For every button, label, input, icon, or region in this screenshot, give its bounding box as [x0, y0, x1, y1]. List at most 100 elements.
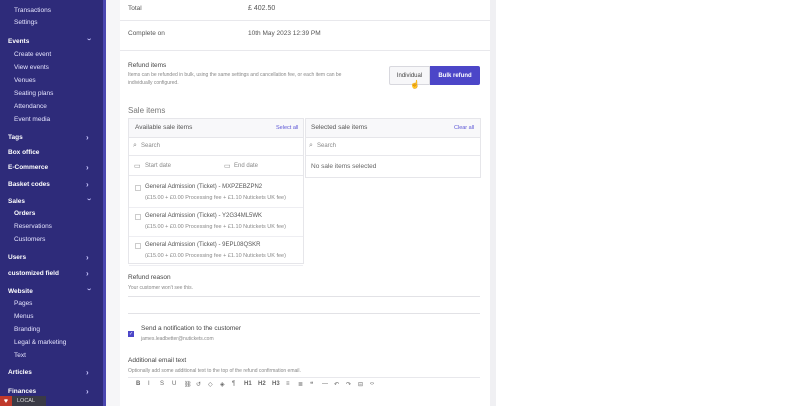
sidebar-item-label: View events	[14, 64, 49, 71]
sidebar-item-articles[interactable]: Articles ›	[0, 367, 103, 378]
sale-item-checkbox[interactable]	[135, 243, 141, 249]
refund-items-description: Items can be refunded in bulk, using the…	[128, 72, 342, 78]
sidebar-item-create-event[interactable]: Create event	[0, 49, 103, 60]
end-date-input[interactable]: End date	[234, 163, 258, 169]
sidebar-item-label: Reservations	[14, 223, 52, 230]
divider	[128, 377, 480, 378]
sidebar-item-label: E-Commerce	[8, 164, 49, 171]
sidebar-item-view-events[interactable]: View events	[0, 62, 103, 73]
sale-item-name: General Admission (Ticket) - MXPZEBZPN2	[145, 184, 263, 190]
start-date-input[interactable]: Start date	[145, 163, 171, 169]
undo-icon[interactable]: ↶	[334, 381, 339, 388]
sidebar-item-e-commerce[interactable]: E-Commerce ›	[0, 162, 103, 173]
sidebar-item-settings[interactable]: Settings	[0, 17, 103, 28]
chevron-down-icon: ›	[85, 198, 94, 201]
search-icon: ⌕	[309, 142, 313, 149]
divider	[120, 20, 490, 21]
sidebar-item-customers[interactable]: Customers	[0, 234, 103, 245]
sidebar-item-label: Website	[8, 288, 33, 295]
sidebar-item-label: Text	[14, 352, 26, 359]
sidebar-item-label: Articles	[8, 369, 32, 376]
sidebar-item-legal-marketing[interactable]: Legal & marketing	[0, 337, 103, 348]
sidebar-item-events[interactable]: Events ›	[0, 36, 103, 47]
code-block-icon[interactable]: ◈	[220, 381, 225, 388]
code-icon[interactable]: ◇	[208, 381, 213, 388]
chevron-right-icon: ›	[86, 368, 89, 377]
sidebar-item-users[interactable]: Users ›	[0, 252, 103, 263]
sale-item-checkbox[interactable]	[135, 214, 141, 220]
italic-icon[interactable]: I	[148, 381, 150, 387]
sale-item-row[interactable]: General Admission (Ticket) - 9EPL08QSKR (…	[129, 238, 303, 266]
mouse-cursor-icon: ☝	[410, 80, 420, 89]
sidebar-item-venues[interactable]: Venues	[0, 75, 103, 86]
search-icon: ⌕	[133, 142, 137, 149]
bulk-refund-button[interactable]: Bulk refund	[430, 66, 480, 85]
sidebar-item-label: Branding	[14, 326, 41, 333]
additional-email-title: Additional email text	[128, 357, 187, 364]
sidebar-item-pages[interactable]: Pages	[0, 298, 103, 309]
clear-all-link[interactable]: Clear all	[454, 125, 474, 131]
underline-icon[interactable]: U	[172, 381, 176, 387]
additional-email-hint: Optionally add some additional text to t…	[128, 368, 301, 374]
sidebar-item-transactions[interactable]: Transactions	[0, 5, 103, 16]
sidebar-item-sales[interactable]: Sales ›	[0, 196, 103, 207]
strikethrough-icon[interactable]: S	[160, 381, 164, 387]
heading-3-icon[interactable]: H3	[272, 381, 280, 387]
sidebar-item-label: Tags	[8, 134, 23, 141]
available-search-input[interactable]: Search	[141, 143, 160, 149]
refund-reason-input[interactable]	[128, 296, 480, 297]
paragraph-icon[interactable]: ¶	[232, 381, 235, 387]
blockquote-icon[interactable]: ❝	[310, 381, 313, 388]
link-icon[interactable]: ⛓	[184, 381, 192, 388]
sale-item-row[interactable]: General Admission (Ticket) - MXPZEBZPN2 (…	[129, 180, 303, 208]
chevron-right-icon: ›	[86, 387, 89, 396]
bullet-list-icon[interactable]: ≡	[286, 381, 290, 387]
sidebar-item-basket-codes[interactable]: Basket codes ›	[0, 179, 103, 190]
sidebar-item-box-office[interactable]: Box office	[0, 147, 103, 158]
sidebar-item-reservations[interactable]: Reservations	[0, 221, 103, 232]
sale-item-checkbox[interactable]	[135, 185, 141, 191]
selected-search-input[interactable]: Search	[317, 143, 336, 149]
divider	[129, 155, 303, 156]
sidebar-item-label: Events	[8, 38, 30, 45]
refund-items-description-cont: individually configured.	[128, 80, 179, 86]
heart-icon: ♥	[0, 396, 12, 406]
sidebar-item-label: Pages	[14, 300, 33, 307]
sidebar-item-branding[interactable]: Branding	[0, 324, 103, 335]
sidebar-item-customized-field[interactable]: customized field ›	[0, 268, 103, 279]
sidebar-item-menus[interactable]: Menus	[0, 311, 103, 322]
heading-2-icon[interactable]: H2	[258, 381, 266, 387]
sale-item-price: (£15.00 + £0.00 Processing fee + £1.10 N…	[145, 224, 286, 230]
embed-icon[interactable]: ‹›	[370, 381, 374, 387]
clear-icon[interactable]: ⊟	[358, 381, 363, 388]
environment-label: LOCAL	[17, 398, 36, 404]
horizontal-rule-icon[interactable]: —	[322, 381, 328, 387]
notify-customer-checkbox[interactable]: ✓	[128, 331, 134, 337]
sidebar-item-website[interactable]: Website ›	[0, 286, 103, 297]
bold-icon[interactable]: B	[136, 381, 140, 387]
sale-item-name: General Admission (Ticket) - 9EPL08QSKR	[145, 242, 261, 248]
ordered-list-icon[interactable]: ≣	[298, 381, 303, 388]
sidebar-item-label: Menus	[14, 313, 34, 320]
undo-format-icon[interactable]: ↺	[196, 381, 201, 388]
sidebar-item-seating-plans[interactable]: Seating plans	[0, 88, 103, 99]
sale-item-price: (£15.00 + £0.00 Processing fee + £1.10 N…	[145, 253, 286, 259]
sidebar-item-orders[interactable]: Orders	[0, 208, 103, 219]
sidebar-item-event-media[interactable]: Event media	[0, 114, 103, 125]
complete-on-label: Complete on	[128, 30, 165, 37]
chevron-right-icon: ›	[86, 253, 89, 262]
sidebar-item-tags[interactable]: Tags ›	[0, 132, 103, 143]
sidebar-item-label: Venues	[14, 77, 36, 84]
sale-items-title: Sale items	[128, 106, 166, 115]
chevron-down-icon: ›	[85, 288, 94, 291]
sidebar-item-text[interactable]: Text	[0, 350, 103, 361]
chevron-down-icon: ›	[85, 38, 94, 41]
sidebar-item-attendance[interactable]: Attendance	[0, 101, 103, 112]
chevron-right-icon: ›	[86, 269, 89, 278]
heading-1-icon[interactable]: H1	[244, 381, 252, 387]
select-all-link[interactable]: Select all	[276, 125, 298, 131]
sidebar: Transactions Settings Events › Create event V…	[0, 0, 106, 406]
sidebar-item-label: Basket codes	[8, 181, 50, 188]
sale-item-row[interactable]: General Admission (Ticket) - Y2G34ML5WK (…	[129, 209, 303, 237]
redo-icon[interactable]: ↷	[346, 381, 351, 388]
